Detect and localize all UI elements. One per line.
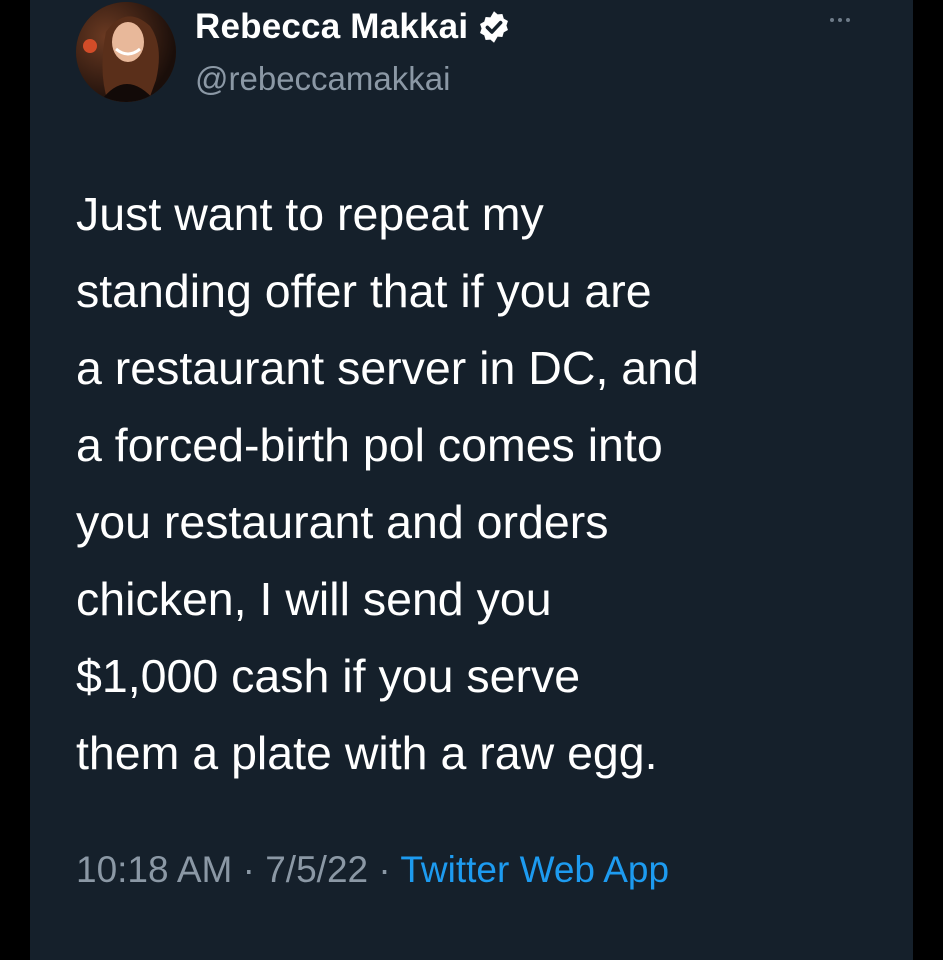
tweet-date[interactable]: 7/5/22 <box>265 849 368 890</box>
tweet-source-link[interactable]: Twitter Web App <box>400 849 669 890</box>
tweet-text-line: chicken, I will send you <box>76 573 552 625</box>
tweet-text-line: standing offer that if you are <box>76 265 652 317</box>
dot <box>838 18 842 22</box>
tweet-metadata: 10:18 AM · 7/5/22 · Twitter Web App <box>76 838 836 902</box>
author-name-row: Rebecca Makkai <box>195 4 512 50</box>
more-options-icon[interactable] <box>820 2 860 38</box>
tweet-text-line: a restaurant server in DC, and <box>76 342 699 394</box>
tweet-text-line: a forced-birth pol comes into <box>76 419 663 471</box>
tweet-text-line: $1,000 cash if you serve <box>76 650 581 702</box>
tweet-text-line: you restaurant and orders <box>76 496 609 548</box>
avatar[interactable] <box>76 2 176 102</box>
tweet-text-line: Just want to repeat my <box>76 188 544 240</box>
separator: · <box>232 849 266 890</box>
separator: · <box>368 849 401 890</box>
dot <box>846 18 850 22</box>
tweet-text-line: them a plate with a raw egg. <box>76 727 658 779</box>
display-name[interactable]: Rebecca Makkai <box>195 7 468 47</box>
author-handle[interactable]: @rebeccamakkai <box>195 60 450 98</box>
dot <box>830 18 834 22</box>
avatar-photo-icon <box>76 2 176 102</box>
screenshot-frame: Rebecca Makkai @rebeccamakkai Just want … <box>0 0 943 960</box>
verified-badge-icon <box>480 11 509 43</box>
tweet-text: Just want to repeat my standing offer th… <box>76 176 906 792</box>
tweet-card: Rebecca Makkai @rebeccamakkai Just want … <box>30 0 913 960</box>
tweet-time[interactable]: 10:18 AM <box>76 849 232 890</box>
